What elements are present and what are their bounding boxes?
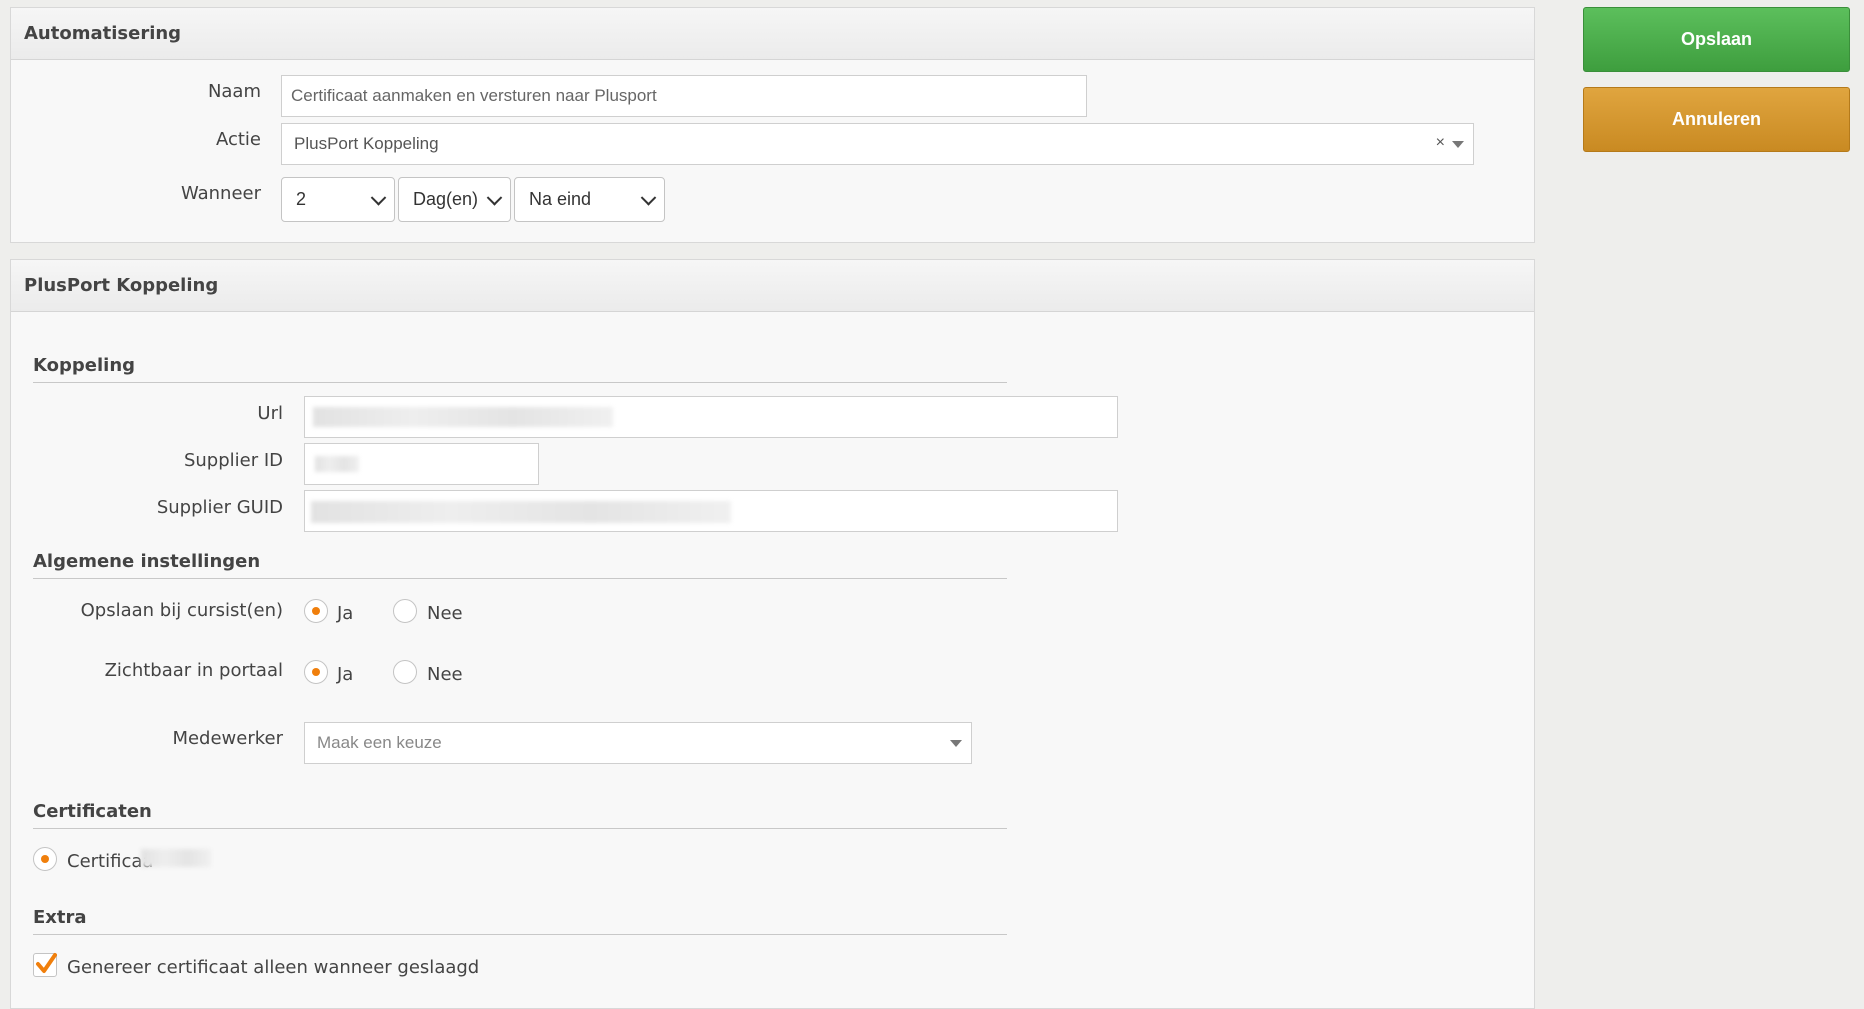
save-at-students-label: Opslaan bij cursist(en) [80, 600, 283, 621]
when-amount-value: 2 [296, 189, 307, 209]
clear-icon[interactable]: × [1436, 134, 1445, 152]
name-input-value: Certificaat aanmaken en versturen naar P… [291, 86, 657, 105]
section-koppeling-title: Koppeling [33, 355, 1007, 383]
action-select[interactable]: PlusPort Koppeling × [281, 123, 1474, 165]
plusport-panel: PlusPort Koppeling Koppeling Url Supplie… [10, 259, 1535, 1009]
save-button[interactable]: Opslaan [1583, 7, 1850, 72]
when-unit-value: Dag(en) [413, 189, 479, 209]
save-at-students-yes-radio[interactable] [304, 599, 328, 623]
supplier-guid-input[interactable] [304, 490, 1118, 532]
automation-panel: Automatisering Naam Certificaat aanmaken… [10, 7, 1535, 243]
when-moment-value: Na eind [529, 189, 592, 209]
check-icon [36, 953, 57, 973]
save-at-students-yes-label: Ja [337, 603, 354, 624]
employee-select-placeholder: Maak een keuze [317, 733, 442, 752]
section-general-title: Algemene instellingen [33, 551, 1007, 579]
save-at-students-no-radio[interactable] [393, 599, 417, 623]
chevron-down-icon [950, 740, 962, 747]
employee-label: Medewerker [172, 728, 283, 749]
only-passed-checkbox[interactable] [33, 953, 57, 977]
action-label: Actie [215, 129, 261, 150]
supplier-id-input[interactable] [304, 443, 539, 485]
visible-in-portal-no-label: Nee [427, 664, 463, 685]
section-extra-title: Extra [33, 907, 1007, 935]
plusport-panel-title: PlusPort Koppeling [11, 260, 1534, 312]
name-label: Naam [207, 81, 261, 102]
url-redacted [313, 407, 613, 427]
visible-in-portal-label: Zichtbaar in portaal [104, 660, 283, 681]
when-amount-select[interactable]: 2 [281, 177, 395, 222]
visible-in-portal-no-radio[interactable] [393, 660, 417, 684]
action-select-value: PlusPort Koppeling [294, 134, 439, 153]
chevron-down-icon [486, 189, 503, 206]
cancel-button[interactable]: Annuleren [1583, 87, 1850, 152]
url-label: Url [257, 403, 283, 424]
certificate-radio[interactable] [33, 847, 57, 871]
automation-panel-title: Automatisering [11, 8, 1534, 60]
when-label: Wanneer [180, 183, 261, 204]
save-at-students-no-label: Nee [427, 603, 463, 624]
url-input[interactable] [304, 396, 1118, 438]
supplier-guid-redacted [311, 501, 731, 523]
supplier-id-redacted [315, 456, 359, 472]
when-moment-select[interactable]: Na eind [514, 177, 665, 222]
supplier-guid-label: Supplier GUID [156, 497, 283, 518]
certificate-name-redacted [141, 849, 211, 867]
chevron-down-icon [640, 189, 657, 206]
chevron-down-icon [1452, 141, 1464, 148]
only-passed-label: Genereer certificaat alleen wanneer gesl… [67, 957, 480, 978]
visible-in-portal-yes-label: Ja [337, 664, 354, 685]
supplier-id-label: Supplier ID [183, 450, 283, 471]
visible-in-portal-yes-radio[interactable] [304, 660, 328, 684]
when-unit-select[interactable]: Dag(en) [398, 177, 511, 222]
chevron-down-icon [370, 189, 387, 206]
section-certificates-title: Certificaten [33, 801, 1007, 829]
employee-select[interactable]: Maak een keuze [304, 722, 972, 764]
name-input[interactable]: Certificaat aanmaken en versturen naar P… [281, 75, 1087, 117]
